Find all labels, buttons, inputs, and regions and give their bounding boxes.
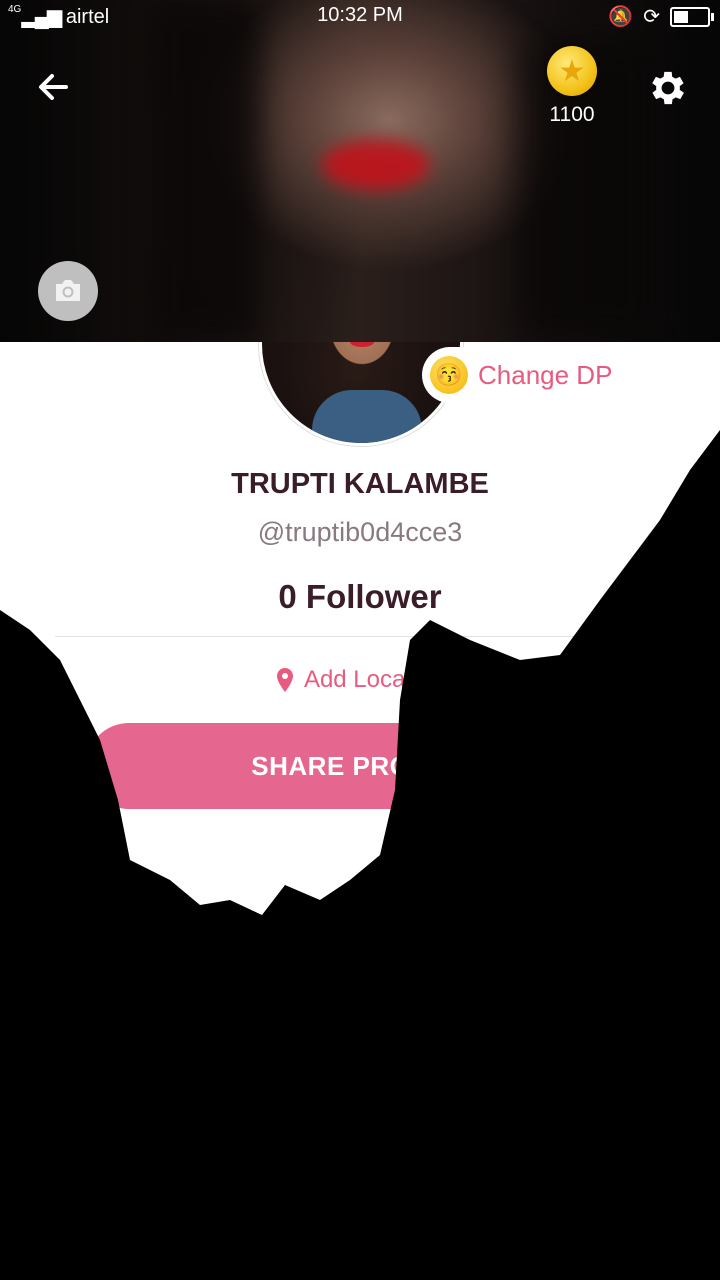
status-icons: 🔕 ⟳	[608, 4, 714, 29]
add-location-label: Add Location	[303, 666, 445, 693]
cover-photo[interactable]	[0, 0, 720, 342]
add-location-link[interactable]: Add Location	[0, 666, 720, 694]
gear-icon[interactable]	[646, 66, 690, 110]
cover-hair-left	[150, 0, 260, 342]
battery-icon	[670, 6, 714, 27]
profile-handle: @truptib0d4cce3	[257, 517, 463, 547]
battery-level	[674, 10, 689, 23]
avatar-shirt	[312, 390, 422, 443]
location-pin-icon	[276, 668, 293, 692]
follower-count[interactable]: 0 Follower	[0, 578, 720, 616]
mute-bell-icon: 🔕	[608, 6, 634, 28]
profile-name: TRUPTI KALAMBE	[231, 468, 489, 500]
coin-star-icon[interactable]: ★	[547, 46, 597, 96]
camera-glyph	[56, 280, 80, 301]
camera-icon[interactable]	[38, 261, 98, 321]
divider	[55, 636, 665, 637]
arrow-left-icon[interactable]	[30, 62, 80, 112]
cover-lips	[322, 140, 430, 190]
rotation-lock-icon: ⟳	[643, 6, 660, 28]
share-profile-button[interactable]: SHARE PROFILE	[86, 723, 634, 809]
avatar-lips	[350, 342, 374, 347]
change-dp-button[interactable]: 😚 Change DP	[422, 347, 635, 403]
coin-count[interactable]: 1100	[532, 103, 612, 127]
change-dp-label: Change DP	[478, 359, 613, 390]
kiss-emoji-icon: 😚	[430, 356, 468, 394]
profile-card: 😚 Change DP TRUPTI KALAMBE @truptib0d4cc…	[0, 342, 720, 1280]
status-bar: 4G▂▄▆ airtel 10:32 PM 🔕 ⟳	[0, 0, 720, 32]
